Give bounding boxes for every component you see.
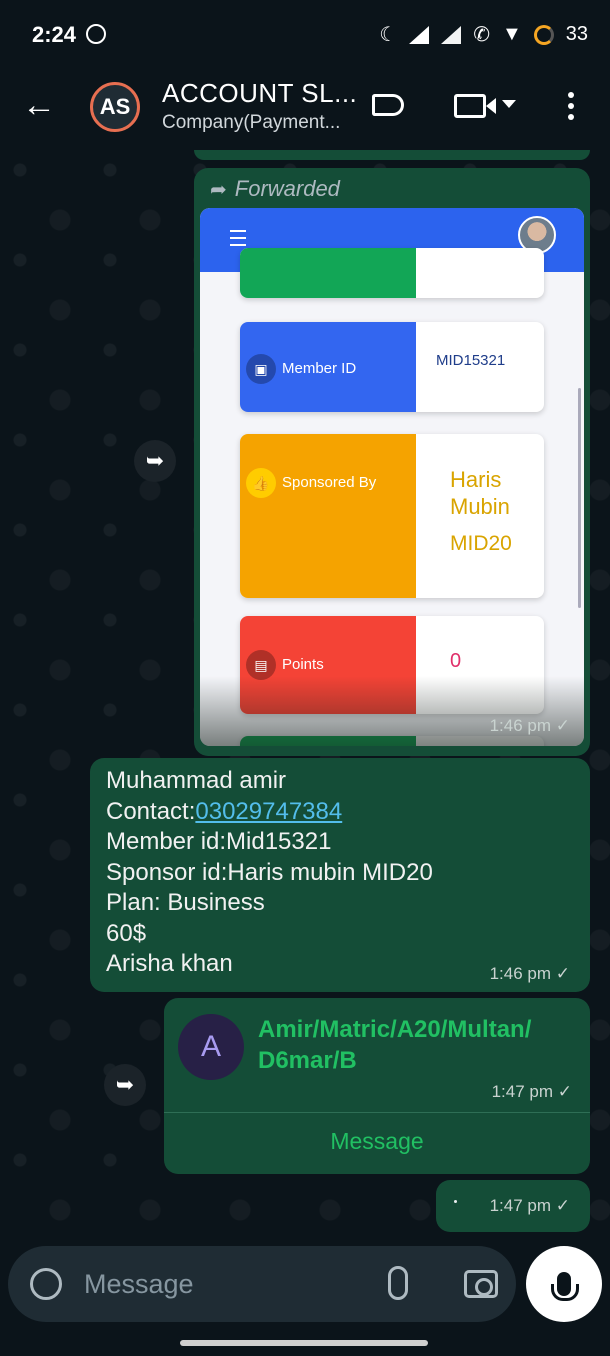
card-value-line: Mubin <box>450 494 510 519</box>
signal-icon <box>441 25 462 44</box>
screenshot-scrollbar <box>578 388 581 608</box>
card-label: Points <box>282 656 324 673</box>
system-navigation-bar <box>0 1328 610 1356</box>
forward-icon: ➥ <box>115 1072 135 1097</box>
sent-tick-icon: ✓ <box>555 964 570 983</box>
whatsapp-status-icon <box>86 24 106 44</box>
battery-ring-icon <box>533 24 554 45</box>
chat-header: ← AS ACCOUNT SL... Company(Payment... <box>0 70 610 150</box>
attach-paperclip-icon[interactable] <box>388 1266 408 1300</box>
message-line: Muhammad amir <box>106 767 287 794</box>
caret-down-icon[interactable] <box>502 100 516 108</box>
more-vert-icon[interactable] <box>568 92 576 125</box>
message-input[interactable] <box>84 1262 374 1306</box>
phone-number-link[interactable]: 03029747384 <box>195 798 342 825</box>
contact-label: Contact: <box>106 797 196 825</box>
label-icon[interactable] <box>372 94 404 116</box>
contact-name[interactable]: Amir/Matric/A20/Multan/ D6mar/B <box>258 1014 578 1076</box>
card-value: 0 <box>450 650 462 672</box>
voice-record-button[interactable] <box>526 1246 602 1322</box>
message-line: Plan: Business <box>106 889 265 916</box>
previous-image-message[interactable] <box>194 150 590 160</box>
divider <box>164 1112 590 1113</box>
chat-subtitle[interactable]: Company(Payment... <box>162 112 340 134</box>
forwarded-screenshot-image[interactable]: ▣ Member ID MID15321 👍 Sponsored By Hari… <box>200 208 584 746</box>
wifi-calling-icon: ✆ <box>473 24 490 46</box>
forwarded-image-message[interactable]: ➦ Forwarded ▣ Member ID MID15321 👍 Spons… <box>194 168 590 756</box>
home-gesture-handle[interactable] <box>180 1340 428 1346</box>
signal-icon <box>409 25 430 44</box>
card-color-block: 👍 Sponsored By <box>240 434 416 598</box>
short-message[interactable]: 1:47 pm ✓ <box>436 1180 590 1232</box>
sent-tick-icon: ✓ <box>557 1082 572 1101</box>
message-line: Member id:Mid15321 <box>106 828 332 855</box>
message-timestamp: 1:47 pm ✓ <box>489 1196 570 1215</box>
video-call-icon[interactable] <box>454 94 486 118</box>
message-line: Arisha khan <box>106 950 233 977</box>
message-timestamp: 1:46 pm ✓ <box>489 716 570 735</box>
status-icons: ☾ ✆ ▼ 33 <box>379 22 588 47</box>
back-arrow-icon[interactable]: ← <box>22 88 56 122</box>
message-timestamp: 1:47 pm ✓ <box>491 1082 572 1101</box>
forwarded-label: ➦ Forwarded <box>210 176 340 202</box>
card-label: Sponsored By <box>282 474 377 491</box>
card-label: Member ID <box>282 360 357 377</box>
message-line: Contact:03029747384 <box>106 797 433 828</box>
contact-avatar[interactable]: A <box>178 1014 244 1080</box>
wifi-icon: ▼ <box>501 23 522 45</box>
screenshot-card-partial <box>240 248 544 298</box>
chat-title[interactable]: ACCOUNT SL... <box>162 78 357 109</box>
card-value: MID15321 <box>436 352 506 369</box>
message-line: Sponsor id:Haris mubin MID20 <box>106 858 433 886</box>
forward-icon: ➥ <box>145 448 165 473</box>
thumbs-up-icon: 👍 <box>246 468 276 498</box>
forwarded-text: Forwarded <box>234 176 340 201</box>
microphone-icon <box>551 1272 579 1301</box>
contact-name-line: D6mar/B <box>258 1047 357 1074</box>
forward-share-button[interactable]: ➥ <box>104 1064 146 1106</box>
status-time: 2:24 <box>32 22 77 47</box>
battery-level: 33 <box>565 23 588 45</box>
sticker-emoji-icon[interactable] <box>30 1268 62 1300</box>
message-text: Muhammad amir Contact:03029747384 Member… <box>106 766 433 980</box>
message-composer <box>8 1246 516 1322</box>
message-contact-button[interactable]: Message <box>164 1128 590 1155</box>
forwarded-icon: ➦ <box>210 178 227 201</box>
message-timestamp: 1:46 pm ✓ <box>489 964 570 983</box>
contact-card-message[interactable]: A Amir/Matric/A20/Multan/ D6mar/B 1:47 p… <box>164 998 590 1174</box>
status-bar: 2:24 ☾ ✆ ▼ 33 <box>0 0 610 70</box>
card-value-line: Haris <box>450 467 502 492</box>
message-content-dot <box>454 1200 457 1203</box>
text-message[interactable]: Muhammad amir Contact:03029747384 Member… <box>90 758 590 992</box>
message-line: 60$ <box>106 919 147 947</box>
card-color-block: ▣ Member ID <box>240 322 416 412</box>
do-not-disturb-moon-icon: ☾ <box>379 24 398 46</box>
chat-area[interactable]: ➦ Forwarded ▣ Member ID MID15321 👍 Spons… <box>0 150 610 1240</box>
video-lens-icon <box>486 98 496 114</box>
chat-avatar[interactable]: AS <box>90 82 140 132</box>
contact-name-line: Amir/Matric/A20/Multan/ <box>258 1016 532 1043</box>
forward-share-button[interactable]: ➥ <box>134 440 176 482</box>
camera-icon[interactable] <box>464 1270 498 1298</box>
card-value-line: MID20 <box>450 532 512 555</box>
card-color-block <box>240 248 416 298</box>
id-badge-icon: ▣ <box>246 354 276 384</box>
sent-tick-icon: ✓ <box>555 1196 570 1215</box>
sponsored-by-card: 👍 Sponsored By Haris Mubin MID20 <box>240 434 544 598</box>
member-id-card: ▣ Member ID MID15321 <box>240 322 544 412</box>
sent-tick-icon: ✓ <box>555 716 570 735</box>
